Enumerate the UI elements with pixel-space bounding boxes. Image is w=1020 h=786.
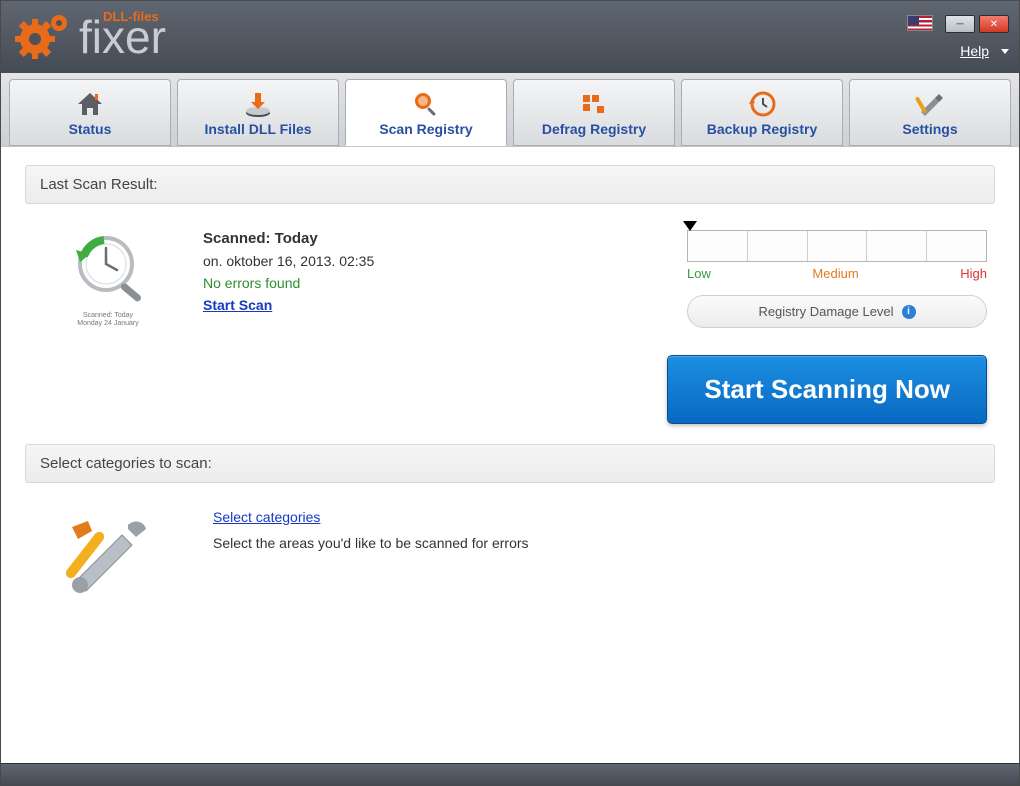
tab-scan-registry[interactable]: Scan Registry bbox=[345, 79, 507, 146]
tab-label: Scan Registry bbox=[379, 121, 472, 137]
locale-flag-icon[interactable] bbox=[907, 15, 933, 31]
scan-datetime: on. oktober 16, 2013. 02:35 bbox=[203, 253, 503, 269]
tab-backup-registry[interactable]: Backup Registry bbox=[681, 79, 843, 146]
categories-row: Select categories Select the areas you'd… bbox=[25, 503, 995, 605]
home-icon bbox=[75, 89, 105, 119]
section-header-last-scan: Last Scan Result: bbox=[25, 165, 995, 204]
close-button[interactable]: ✕ bbox=[979, 15, 1009, 33]
scanned-heading: Scanned: Today bbox=[203, 230, 503, 247]
clock-back-icon bbox=[747, 89, 777, 119]
gauge-bar bbox=[687, 230, 987, 262]
tab-defrag-registry[interactable]: Defrag Registry bbox=[513, 79, 675, 146]
categories-icon-col bbox=[33, 509, 183, 599]
gauge-high-label: High bbox=[960, 266, 987, 281]
gauge-low-label: Low bbox=[687, 266, 711, 281]
select-categories-link[interactable]: Select categories bbox=[213, 509, 529, 525]
scan-result-text: Scanned: Today on. oktober 16, 2013. 02:… bbox=[203, 230, 503, 313]
titlebar: fixer DLL-files ─ ✕ Help bbox=[1, 1, 1019, 73]
damage-level-pill[interactable]: Registry Damage Level i bbox=[687, 295, 987, 328]
clock-magnifier-icon bbox=[60, 230, 156, 308]
gauge-pointer-icon bbox=[683, 221, 697, 231]
section-header-categories: Select categories to scan: bbox=[25, 444, 995, 483]
main-tabs: Status Install DLL Files Scan Registry D… bbox=[1, 73, 1019, 147]
blocks-icon bbox=[579, 89, 609, 119]
tab-install-dll[interactable]: Install DLL Files bbox=[177, 79, 339, 146]
categories-text: Select categories Select the areas you'd… bbox=[213, 509, 529, 551]
scan-result-icon-col: Scanned: Today Monday 24 January bbox=[33, 230, 183, 329]
start-scanning-button[interactable]: Start Scanning Now bbox=[667, 355, 987, 424]
tools-crossed-icon bbox=[58, 509, 158, 599]
tab-settings[interactable]: Settings bbox=[849, 79, 1011, 146]
scan-result-row: Scanned: Today Monday 24 January Scanned… bbox=[25, 224, 995, 335]
tab-label: Defrag Registry bbox=[542, 121, 646, 137]
damage-gauge: Low Medium High Registry Damage Level i bbox=[687, 230, 987, 328]
minimize-button[interactable]: ─ bbox=[945, 15, 975, 33]
tab-label: Status bbox=[69, 121, 112, 137]
tab-label: Install DLL Files bbox=[204, 121, 311, 137]
tools-icon bbox=[915, 89, 945, 119]
chevron-down-icon bbox=[1001, 49, 1009, 54]
scan-icon-caption: Scanned: Today Monday 24 January bbox=[77, 312, 138, 329]
tab-label: Backup Registry bbox=[707, 121, 817, 137]
content-area: Last Scan Result: Scanned: Today Monday … bbox=[1, 147, 1019, 763]
tab-label: Settings bbox=[902, 121, 957, 137]
tab-status[interactable]: Status bbox=[9, 79, 171, 146]
help-link[interactable]: Help bbox=[960, 43, 989, 59]
start-scan-link[interactable]: Start Scan bbox=[203, 297, 503, 313]
app-logo: fixer DLL-files bbox=[13, 9, 166, 65]
window-controls: ─ ✕ bbox=[907, 15, 1009, 33]
magnifier-icon bbox=[411, 89, 441, 119]
gauge-medium-label: Medium bbox=[812, 266, 858, 281]
app-window: fixer DLL-files ─ ✕ Help Status bbox=[0, 0, 1020, 786]
gear-icon bbox=[13, 9, 73, 65]
statusbar bbox=[1, 763, 1019, 785]
info-icon: i bbox=[902, 305, 916, 319]
brand-sub: DLL-files bbox=[103, 9, 159, 24]
gauge-labels: Low Medium High bbox=[687, 266, 987, 281]
download-icon bbox=[243, 89, 273, 119]
categories-desc: Select the areas you'd like to be scanne… bbox=[213, 535, 529, 551]
damage-level-text: Registry Damage Level bbox=[758, 304, 893, 319]
scan-status: No errors found bbox=[203, 275, 503, 291]
